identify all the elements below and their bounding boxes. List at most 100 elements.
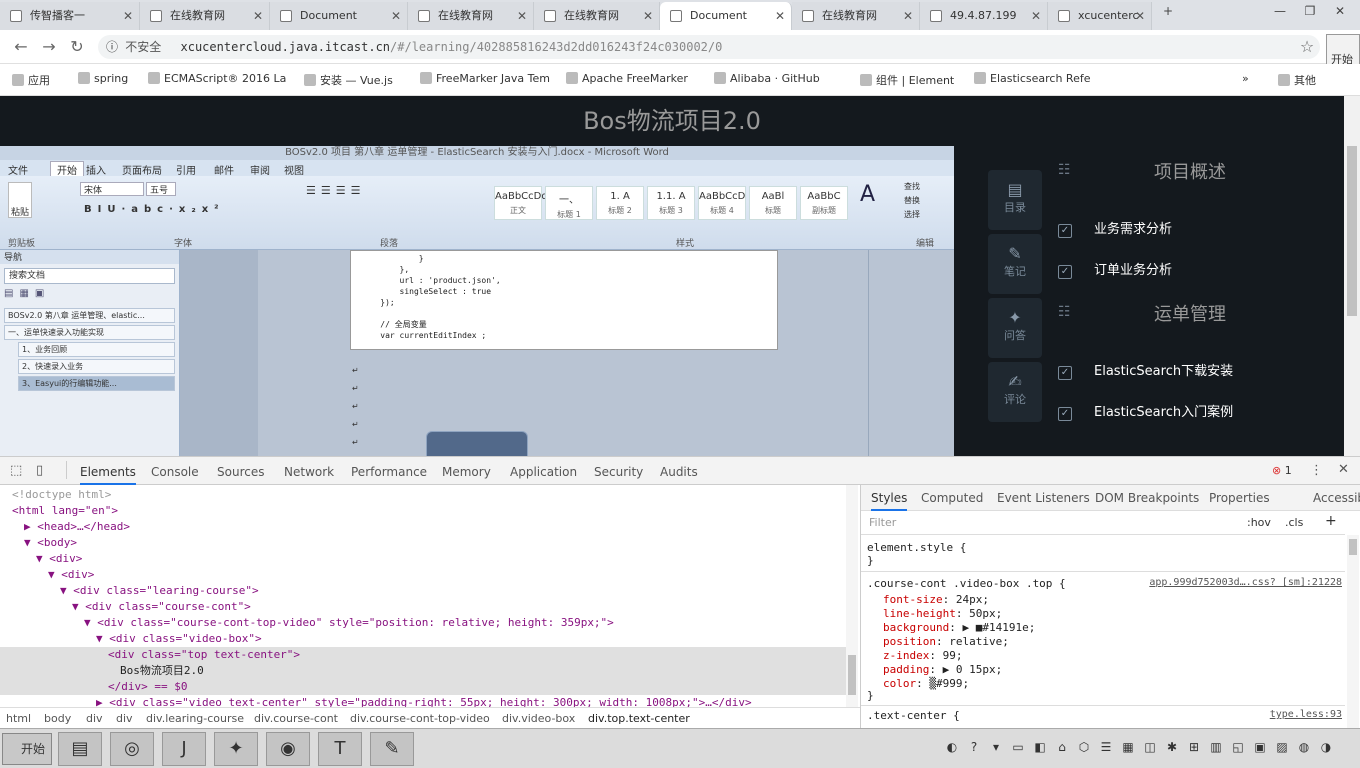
css-declaration[interactable]: font-size: 24px;: [883, 593, 989, 606]
taskbar-app-icon[interactable]: ◉: [266, 732, 310, 766]
css-declaration[interactable]: z-index: 99;: [883, 649, 962, 662]
css-declaration[interactable]: color: ▒#999;: [883, 677, 969, 690]
styles-subtab[interactable]: Styles: [871, 491, 908, 511]
tray-icon[interactable]: ⌂: [1054, 739, 1070, 755]
browser-tab[interactable]: 在线教育网 ✕: [534, 2, 660, 30]
css-declaration[interactable]: position: relative;: [883, 635, 1009, 648]
devtools-tab[interactable]: Audits: [660, 465, 698, 479]
lesson-item[interactable]: ✓ 业务需求分析: [1058, 218, 1172, 238]
styles-subtab[interactable]: Accessibility: [1313, 491, 1360, 505]
breadcrumb-item[interactable]: div.course-cont: [254, 712, 338, 725]
styles-subtab[interactable]: Properties: [1209, 491, 1270, 505]
page-scrollbar[interactable]: [1344, 96, 1360, 456]
tab-close-icon[interactable]: ✕: [1031, 2, 1041, 30]
tab-close-icon[interactable]: ✕: [775, 2, 785, 30]
bookmark-item[interactable]: 应用: [12, 72, 50, 88]
rule-source-link[interactable]: app.999d752003d….css? [sm]:21228: [1149, 577, 1342, 588]
bookmark-item[interactable]: spring: [78, 72, 128, 85]
tray-icon[interactable]: ▣: [1252, 739, 1268, 755]
start-button[interactable]: 开始: [2, 733, 52, 765]
dom-node[interactable]: <html lang="en">: [0, 503, 846, 519]
dom-node[interactable]: ▼ <div>: [0, 567, 846, 583]
browser-tab[interactable]: Document ✕: [270, 2, 408, 30]
elements-scrollbar-thumb[interactable]: [848, 655, 856, 695]
tray-icon[interactable]: ◱: [1230, 739, 1246, 755]
new-style-rule-icon[interactable]: +: [1325, 513, 1337, 529]
hov-toggle[interactable]: :hov: [1247, 516, 1271, 529]
tray-icon[interactable]: ◐: [944, 739, 960, 755]
tab-close-icon[interactable]: ✕: [391, 2, 401, 30]
dom-node[interactable]: ▼ <div class="learing-course">: [0, 583, 846, 599]
inspect-element-icon[interactable]: ⬚: [10, 463, 22, 478]
breadcrumb-item[interactable]: div.top.text-center: [588, 712, 690, 725]
dom-node[interactable]: ▼ <div class="video-box">: [0, 631, 846, 647]
tray-icon[interactable]: ◑: [1318, 739, 1334, 755]
sidebar-button[interactable]: ✍ 评论: [988, 362, 1042, 422]
tray-icon[interactable]: ◫: [1142, 739, 1158, 755]
cls-toggle[interactable]: .cls: [1285, 516, 1303, 529]
breadcrumb-item[interactable]: div: [116, 712, 133, 725]
dom-node[interactable]: ▼ <div>: [0, 551, 846, 567]
devtools-tab[interactable]: Elements: [80, 465, 136, 485]
dom-node[interactable]: ▼ <div class="course-cont">: [0, 599, 846, 615]
browser-tab[interactable]: 49.4.87.199 ✕: [920, 2, 1048, 30]
taskbar-app-icon[interactable]: T: [318, 732, 362, 766]
tray-icon[interactable]: ?: [966, 739, 982, 755]
dom-node[interactable]: ▼ <div class="course-cont-top-video" sty…: [0, 615, 846, 631]
tray-icon[interactable]: ▭: [1010, 739, 1026, 755]
bookmark-item[interactable]: Apache FreeMarker: [566, 72, 688, 85]
tray-icon[interactable]: ☰: [1098, 739, 1114, 755]
tab-close-icon[interactable]: ✕: [1135, 2, 1145, 30]
tray-icon[interactable]: ⬡: [1076, 739, 1092, 755]
devtools-tab[interactable]: Sources: [217, 465, 264, 479]
breadcrumb-item[interactable]: div.video-box: [502, 712, 575, 725]
browser-tab[interactable]: 在线教育网 ✕: [408, 2, 534, 30]
breadcrumb-item[interactable]: html: [6, 712, 31, 725]
tab-close-icon[interactable]: ✕: [643, 2, 653, 30]
browser-tab[interactable]: xcucenterc ✕: [1048, 2, 1152, 30]
bookmark-star-icon[interactable]: ☆: [1296, 37, 1318, 57]
browser-tab[interactable]: 在线教育网 ✕: [140, 2, 270, 30]
styles-scrollbar[interactable]: [1347, 535, 1359, 729]
css-declaration[interactable]: line-height: 50px;: [883, 607, 1002, 620]
error-counter[interactable]: ⊗ 1: [1272, 464, 1292, 477]
taskbar-app-icon[interactable]: ◎: [110, 732, 154, 766]
forward-icon[interactable]: →: [38, 37, 60, 57]
browser-tab[interactable]: Document ✕: [660, 2, 792, 30]
taskbar-app-icon[interactable]: ✦: [214, 732, 258, 766]
lesson-item[interactable]: ✓ ElasticSearch入门案例: [1058, 401, 1233, 421]
styles-subtab[interactable]: Event Listeners: [997, 491, 1090, 505]
tray-icon[interactable]: ⊞: [1186, 739, 1202, 755]
sidebar-button[interactable]: ✦ 问答: [988, 298, 1042, 358]
filter-input[interactable]: Filter: [869, 516, 896, 529]
security-warning-icon[interactable]: ⓘ: [106, 40, 118, 54]
bookmark-item[interactable]: 其他: [1278, 72, 1316, 88]
taskbar-app-icon[interactable]: ✎: [370, 732, 414, 766]
bookmark-item[interactable]: 安装 — Vue.js: [304, 72, 393, 88]
back-icon[interactable]: ←: [10, 37, 32, 57]
devtools-tab[interactable]: Memory: [442, 465, 491, 479]
dom-node[interactable]: <!doctype html>: [0, 487, 846, 503]
tray-icon[interactable]: ▥: [1208, 739, 1224, 755]
devtools-tab[interactable]: Console: [151, 465, 199, 479]
page-scrollbar-thumb[interactable]: [1347, 146, 1357, 316]
css-declaration[interactable]: background: ▶ ■#14191e;: [883, 621, 1035, 634]
bookmark-item[interactable]: ECMAScript® 2016 La: [148, 72, 286, 85]
lesson-item[interactable]: ✓ 订单业务分析: [1058, 259, 1172, 279]
lesson-item[interactable]: ✓ ElasticSearch下载安装: [1058, 360, 1233, 380]
breadcrumb-item[interactable]: div.course-cont-top-video: [350, 712, 490, 725]
element-style-rule[interactable]: element.style {}: [867, 541, 966, 567]
bookmark-item[interactable]: 组件 | Element: [860, 72, 954, 88]
dom-node[interactable]: </div> == $0: [0, 679, 846, 695]
tray-icon[interactable]: ◍: [1296, 739, 1312, 755]
dom-node[interactable]: ▼ <body>: [0, 535, 846, 551]
tray-icon[interactable]: ✱: [1164, 739, 1180, 755]
styles-filter[interactable]: Filter :hov .cls +: [861, 511, 1345, 535]
css-declaration[interactable]: padding: ▶ 0 15px;: [883, 663, 1002, 676]
tab-close-icon[interactable]: ✕: [903, 2, 913, 30]
sidebar-button[interactable]: ✎ 笔记: [988, 234, 1042, 294]
devtools-tab[interactable]: Security: [594, 465, 643, 479]
devtools-menu-icon[interactable]: ⋮: [1310, 463, 1323, 478]
taskbar-app-icon[interactable]: J: [162, 732, 206, 766]
elements-scrollbar[interactable]: [846, 485, 858, 707]
